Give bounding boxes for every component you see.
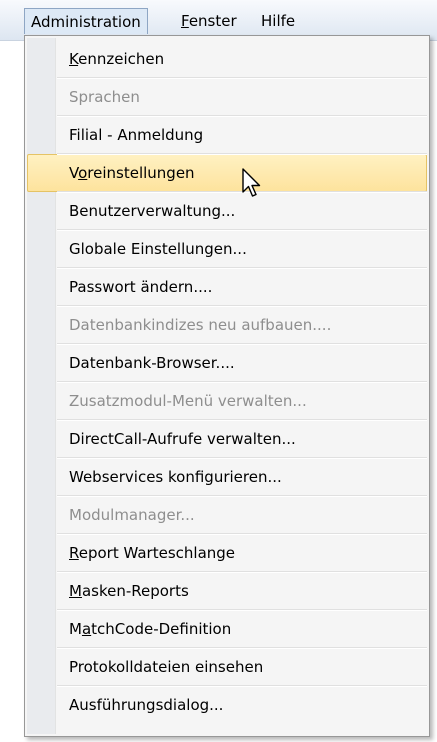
menu-item-datenbank-browser[interactable]: Datenbank-Browser....: [27, 344, 427, 382]
menu-hilfe[interactable]: Hilfe: [255, 8, 301, 34]
menu-item-label: Benutzerverwaltung...: [69, 202, 236, 220]
menu-item-label: reinstellungen: [87, 164, 195, 182]
menu-separator: [57, 609, 427, 611]
menu-item-mnemonic: M: [69, 582, 82, 600]
menu-item-mnemonic: K: [69, 50, 79, 68]
menu-item-label: eport Warteschlange: [78, 544, 236, 562]
menu-item-label: Datenbank-Browser....: [69, 354, 235, 372]
menu-item-kennzeichen[interactable]: Kennzeichen: [27, 40, 427, 78]
menu-separator: [57, 647, 427, 649]
menu-item-label: Protokolldateien einsehen: [69, 658, 264, 676]
menu-item-webservices-konfigurieren[interactable]: Webservices konfigurieren...: [27, 458, 427, 496]
menu-item-report-warteschlange[interactable]: Report Warteschlange: [27, 534, 427, 572]
menu-separator: [57, 77, 427, 79]
menu-item-label: asken-Reports: [81, 582, 189, 600]
menu-separator: [57, 419, 427, 421]
menu-item-benutzerverwaltung[interactable]: Benutzerverwaltung...: [27, 192, 427, 230]
menu-separator: [57, 115, 427, 117]
menu-separator: [57, 381, 427, 383]
menu-item-label: Passwort ändern....: [69, 278, 213, 296]
menu-item-label-pre: V: [69, 164, 79, 182]
menu-separator: [57, 305, 427, 307]
menu-item-mnemonic: o: [78, 164, 88, 182]
menu-item-label: Globale Einstellungen...: [69, 240, 247, 258]
menu-item-mnemonic: R: [69, 544, 79, 562]
menu-separator: [57, 685, 427, 687]
menu-item-modulmanager: Modulmanager...: [27, 496, 427, 534]
menu-item-label: Datenbankindizes neu aufbauen....: [69, 316, 332, 334]
menu-separator: [57, 457, 427, 459]
menu-item-voreinstellungen[interactable]: Voreinstellungen: [27, 154, 427, 192]
menu-separator: [57, 571, 427, 573]
menu-item-label: DirectCall-Aufrufe verwalten...: [69, 430, 296, 448]
menu-item-ausfuehrungsdialog[interactable]: Ausführungsdialog...: [27, 686, 427, 724]
menu-item-label: ennzeichen: [78, 50, 165, 68]
administration-dropdown: Kennzeichen Sprachen Filial - Anmeldung Vor…: [24, 35, 430, 737]
menu-separator: [57, 533, 427, 535]
menu-fenster[interactable]: Fenster: [175, 8, 243, 34]
menu-fenster-label: enster: [188, 12, 237, 30]
menu-item-filial-anmeldung[interactable]: Filial - Anmeldung: [27, 116, 427, 154]
menu-item-zusatzmodul-menue-verwalten: Zusatzmodul-Menü verwalten...: [27, 382, 427, 420]
menu-item-globale-einstellungen[interactable]: Globale Einstellungen...: [27, 230, 427, 268]
menu-separator: [57, 229, 427, 231]
menu-item-passwort-aendern[interactable]: Passwort ändern....: [27, 268, 427, 306]
menu-item-masken-reports[interactable]: Masken-Reports: [27, 572, 427, 610]
menu-item-label: Modulmanager...: [69, 506, 195, 524]
menu-item-label-pre: M: [69, 620, 82, 638]
mouse-pointer-icon: [242, 168, 261, 197]
menu-item-label: tchCode-Definition: [91, 620, 232, 638]
menu-item-label: Sprachen: [69, 88, 140, 106]
menu-hilfe-label: Hilfe: [261, 12, 296, 30]
menu-administration-label: Administration: [31, 13, 141, 31]
menu-item-datenbankindizes-neu-aufbauen: Datenbankindizes neu aufbauen....: [27, 306, 427, 344]
menu-administration[interactable]: Administration: [24, 8, 148, 34]
menu-item-label: Filial - Anmeldung: [69, 126, 204, 144]
menu-item-mnemonic: a: [81, 620, 92, 638]
menu-separator: [57, 267, 427, 269]
menu-item-sprachen: Sprachen: [27, 78, 427, 116]
menu-fenster-mnemonic: F: [181, 12, 189, 30]
menu-separator: [57, 153, 427, 155]
menu-item-protokolldateien-einsehen[interactable]: Protokolldateien einsehen: [27, 648, 427, 686]
menu-item-label: Webservices konfigurieren...: [69, 468, 282, 486]
menu-item-label: Ausführungsdialog...: [69, 696, 224, 714]
menu-separator: [57, 495, 427, 497]
menu-item-directcall-aufrufe-verwalten[interactable]: DirectCall-Aufrufe verwalten...: [27, 420, 427, 458]
menu-item-label: Zusatzmodul-Menü verwalten...: [69, 392, 307, 410]
menu-item-matchcode-definition[interactable]: MatchCode-Definition: [27, 610, 427, 648]
menu-separator: [57, 343, 427, 345]
